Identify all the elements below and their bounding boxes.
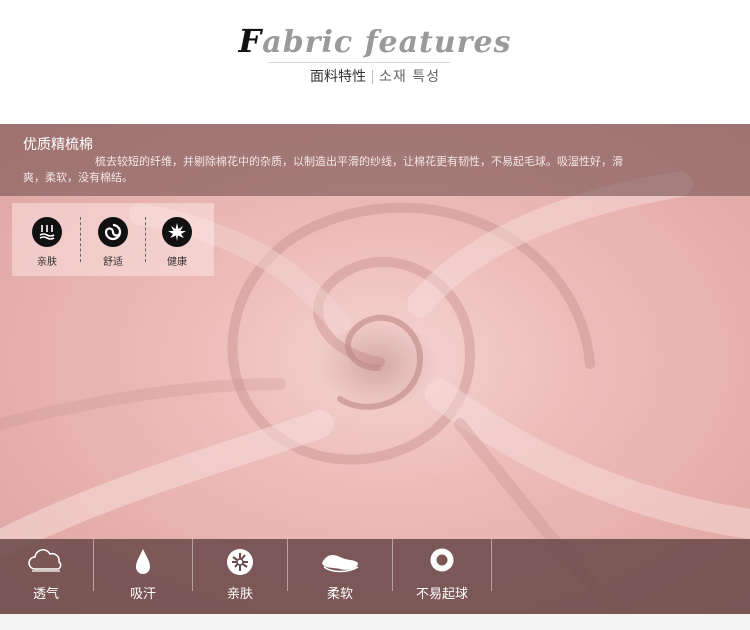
soft-cushion-icon [318,547,362,579]
title-divider [268,62,450,63]
feature-label: 舒适 [103,257,123,268]
bottom-item-soft: 柔软 [288,539,392,614]
banner-description: 梳去较短的纤维，并剔除棉花中的杂质，以制造出平滑的纱线，让棉花更有韧性，不易起毛… [23,155,623,184]
page-title: Fabric features [0,22,750,60]
bottom-item-skin: 亲肤 [193,539,287,614]
subtitle-korean: 소재 특성 [379,69,440,85]
bottom-item-breathable: 透气 [0,539,92,614]
bottom-item-label: 透气 [32,587,59,602]
bottom-divider [491,539,492,591]
feature-item-health: 健康 [145,217,209,268]
title-initial: F [238,22,263,60]
subtitle-chinese: 面料特性 [310,69,366,85]
title-rest: abric features [262,25,512,60]
feature-item-skin: 亲肤 [15,217,79,268]
bottom-item-label: 吸汗 [129,587,156,602]
page-subtitle: 面料特性 소재 특성 [0,66,750,86]
feature-label: 亲肤 [37,257,57,268]
bottom-item-label: 不易起球 [415,587,468,602]
leaf-icon [162,217,192,247]
bottom-item-label: 柔软 [326,587,353,602]
ring-icon [429,547,455,577]
water-drop-icon [133,547,153,581]
bottom-feature-bar: 透气 吸汗 亲肤 柔软 不易起球 [0,539,750,614]
subtitle-separator [372,70,373,84]
banner-heading: 优质精梳棉 [23,137,93,153]
comfort-swirl-icon [98,217,128,247]
feature-item-comfort: 舒适 [81,217,145,268]
feature-label: 健康 [167,257,187,268]
bottom-item-label: 亲肤 [226,587,253,602]
skin-friendly-icon [32,217,62,247]
fiber-icon [225,547,255,581]
description-banner: 优质精梳棉 梳去较短的纤维，并剔除棉花中的杂质，以制造出平滑的纱线，让棉花更有韧… [0,124,750,196]
bottom-item-absorbent: 吸汗 [94,539,192,614]
footer-strip [0,614,750,630]
feature-box: 亲肤 舒适 健康 [12,203,214,276]
header: Fabric features 面料特性 소재 특성 [0,0,750,124]
bottom-item-no-pilling: 不易起球 [393,539,491,614]
cloud-icon [26,547,66,579]
